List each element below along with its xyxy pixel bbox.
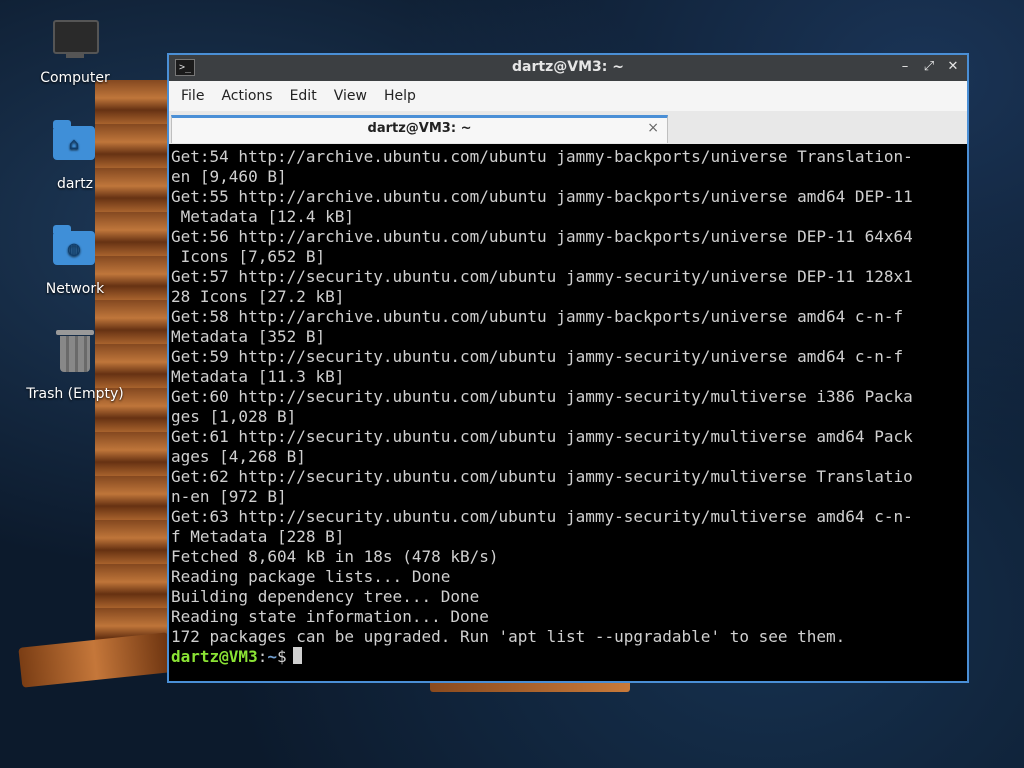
menu-edit[interactable]: Edit [284, 88, 328, 104]
menu-actions[interactable]: Actions [215, 88, 283, 104]
terminal-line: Get:56 http://archive.ubuntu.com/ubuntu … [171, 227, 913, 246]
prompt-path: ~ [267, 647, 277, 666]
menubar: File Actions Edit View Help [169, 81, 967, 111]
terminal-line: Get:55 http://archive.ubuntu.com/ubuntu … [171, 187, 913, 206]
tab-close-icon[interactable]: × [647, 120, 659, 136]
window-title: dartz@VM3: ~ [512, 59, 624, 75]
trash-icon [53, 330, 97, 380]
menu-file[interactable]: File [175, 88, 215, 104]
terminal-line: Get:57 http://security.ubuntu.com/ubuntu… [171, 267, 913, 286]
desktop-icon-label: Trash (Empty) [26, 386, 124, 402]
terminal-line: f Metadata [228 B] [171, 527, 345, 546]
tab-bar: dartz@VM3: ~ × [169, 111, 967, 145]
minimize-button[interactable]: – [897, 58, 913, 76]
desktop-icon-label: dartz [56, 176, 94, 192]
terminal-line: Icons [7,652 B] [171, 247, 326, 266]
computer-icon [53, 20, 99, 64]
network-folder-icon: ◍ [53, 225, 97, 275]
terminal-output[interactable]: Get:54 http://archive.ubuntu.com/ubuntu … [169, 144, 967, 681]
terminal-line: Get:61 http://security.ubuntu.com/ubuntu… [171, 427, 913, 446]
terminal-line: ges [1,028 B] [171, 407, 297, 426]
desktop-icon-trash[interactable]: Trash (Empty) [20, 330, 130, 402]
terminal-line: Get:54 http://archive.ubuntu.com/ubuntu … [171, 147, 913, 166]
tab-terminal[interactable]: dartz@VM3: ~ × [171, 115, 668, 143]
terminal-line: Metadata [352 B] [171, 327, 326, 346]
terminal-line: Reading state information... Done [171, 607, 489, 626]
prompt-user-host: dartz@VM3 [171, 647, 258, 666]
desktop-icon-network[interactable]: ◍ Network [20, 225, 130, 297]
terminal-line: Get:62 http://security.ubuntu.com/ubuntu… [171, 467, 913, 486]
terminal-window: >_ dartz@VM3: ~ – ⤢ ✕ File Actions Edit … [167, 53, 969, 683]
menu-view[interactable]: View [328, 88, 378, 104]
menu-help[interactable]: Help [378, 88, 427, 104]
terminal-line: ages [4,268 B] [171, 447, 306, 466]
desktop-icon-label: Network [45, 281, 105, 297]
desktop-icon-label: Computer [40, 70, 110, 86]
terminal-line: Get:58 http://archive.ubuntu.com/ubuntu … [171, 307, 904, 326]
tab-label: dartz@VM3: ~ [367, 121, 472, 136]
terminal-line: n-en [972 B] [171, 487, 287, 506]
terminal-cursor [292, 647, 302, 664]
terminal-line: Reading package lists... Done [171, 567, 451, 586]
terminal-line: 28 Icons [27.2 kB] [171, 287, 345, 306]
home-folder-icon: ⌂ [53, 120, 97, 170]
terminal-line: Fetched 8,604 kB in 18s (478 kB/s) [171, 547, 499, 566]
terminal-line: Get:60 http://security.ubuntu.com/ubuntu… [171, 387, 913, 406]
terminal-line: Building dependency tree... Done [171, 587, 480, 606]
terminal-line: Get:59 http://security.ubuntu.com/ubuntu… [171, 347, 904, 366]
terminal-line: 172 packages can be upgraded. Run 'apt l… [171, 627, 846, 646]
maximize-button[interactable]: ⤢ [921, 58, 937, 76]
window-titlebar[interactable]: >_ dartz@VM3: ~ – ⤢ ✕ [169, 55, 967, 81]
terminal-line: en [9,460 B] [171, 167, 287, 186]
desktop-icon-home[interactable]: ⌂ dartz [20, 120, 130, 192]
terminal-line: Metadata [11.3 kB] [171, 367, 345, 386]
terminal-prompt-line: dartz@VM3:~$ [171, 647, 965, 667]
prompt-symbol: $ [276, 647, 287, 666]
close-button[interactable]: ✕ [945, 58, 961, 76]
prompt-colon: : [257, 647, 268, 666]
desktop-icon-computer[interactable]: Computer [20, 16, 130, 86]
wallpaper-art-bottom [18, 632, 172, 688]
terminal-line: Get:63 http://security.ubuntu.com/ubuntu… [171, 507, 913, 526]
terminal-line: Metadata [12.4 kB] [171, 207, 355, 226]
